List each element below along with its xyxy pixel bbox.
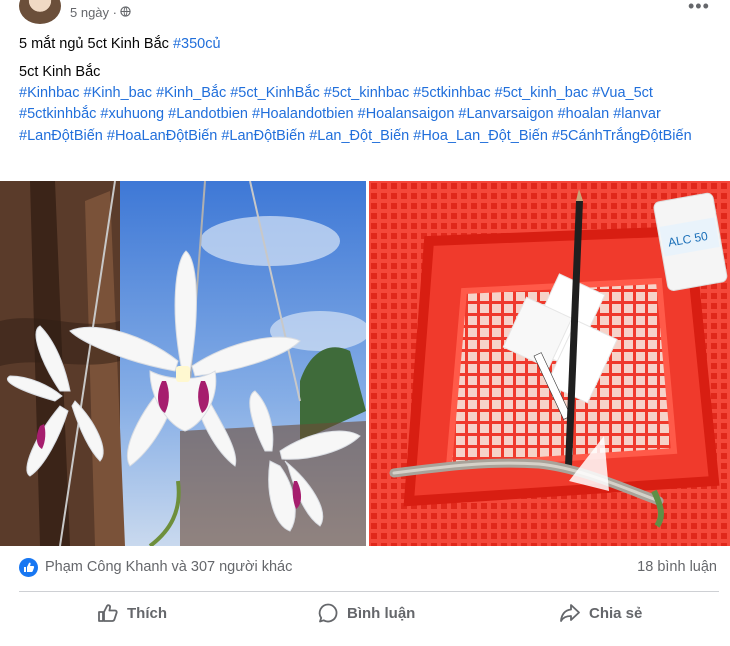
hashtag-list: #Kinhbac #Kinh_bac #Kinh_Bắc #5ct_KinhBắ… (19, 83, 719, 147)
like-reaction-icon (19, 558, 38, 577)
post-header: 5 ngày · ••• (0, 0, 730, 30)
globe-icon (120, 6, 131, 17)
hashtag-link[interactable]: #Hoalansaigon (358, 106, 455, 122)
like-button[interactable]: Thích (97, 595, 167, 631)
share-icon (560, 604, 580, 622)
post-title-text: 5 mắt ngủ 5ct Kinh Bắc (19, 36, 173, 52)
hashtag-link[interactable]: #LanĐộtBiến (221, 128, 305, 144)
hashtag-link[interactable]: #xuhuong (100, 106, 164, 122)
hashtag-link[interactable]: #5ctkinhbac (413, 85, 490, 101)
author-avatar[interactable] (19, 0, 61, 24)
hashtag-link[interactable]: #lanvar (613, 106, 661, 122)
thumbs-up-icon (98, 604, 118, 622)
like-label: Thích (127, 604, 167, 622)
photo-cutting-basket[interactable]: ALC 50 (369, 181, 730, 546)
comment-button[interactable]: Bình luận (317, 595, 415, 631)
post-line-1: 5 mắt ngủ 5ct Kinh Bắc #350củ (19, 34, 719, 55)
hashtag-link[interactable]: #5ct_KinhBắc (230, 85, 319, 101)
hashtag-link[interactable]: #hoalan (558, 106, 610, 122)
comments-count[interactable]: 18 bình luận (637, 559, 717, 575)
hashtag-link[interactable]: #5ct_kinh_bac (495, 85, 589, 101)
more-options-icon[interactable]: ••• (688, 0, 710, 17)
comment-label: Bình luận (347, 604, 416, 622)
post-line-2: 5ct Kinh Bắc (19, 64, 101, 80)
post-actions: Thích Bình luận Chia sẻ (19, 595, 719, 631)
share-button[interactable]: Chia sẻ (559, 595, 642, 631)
hashtag-link[interactable]: #Hoa_Lan_Đột_Biến (413, 128, 548, 144)
reactions-bar: Phạm Công Khanh và 307 người khác 18 bìn… (19, 556, 719, 580)
hashtag-link[interactable]: #LanĐộtBiến (19, 128, 103, 144)
divider (19, 591, 719, 592)
hashtag-link[interactable]: #HoaLanĐộtBiến (107, 128, 217, 144)
hashtag-link[interactable]: #Kinh_Bắc (156, 85, 226, 101)
post-timestamp[interactable]: 5 ngày · (70, 5, 117, 20)
photo-orchid[interactable] (0, 181, 366, 546)
hashtag-link[interactable]: #Landotbien (168, 106, 248, 122)
hashtag-link[interactable]: #Kinhbac (19, 85, 79, 101)
hashtag-link[interactable]: #Lanvarsaigon (458, 106, 553, 122)
share-label: Chia sẻ (589, 604, 643, 622)
hashtag-link[interactable]: #Kinh_bac (84, 85, 153, 101)
hashtag-link[interactable]: #Lan_Đột_Biến (309, 128, 409, 144)
comment-icon (318, 603, 338, 623)
hashtag-link[interactable]: #5CánhTrắngĐộtBiến (552, 128, 692, 144)
hashtag-link[interactable]: #5ctkinhbắc (19, 106, 96, 122)
hashtag-link[interactable]: #5ct_kinhbac (324, 85, 409, 101)
hashtag-link[interactable]: #350củ (173, 36, 221, 52)
hashtag-link[interactable]: #Hoalandotbien (252, 106, 354, 122)
hashtag-link[interactable]: #Vua_5ct (592, 85, 653, 101)
reactions-summary[interactable]: Phạm Công Khanh và 307 người khác (45, 559, 292, 575)
